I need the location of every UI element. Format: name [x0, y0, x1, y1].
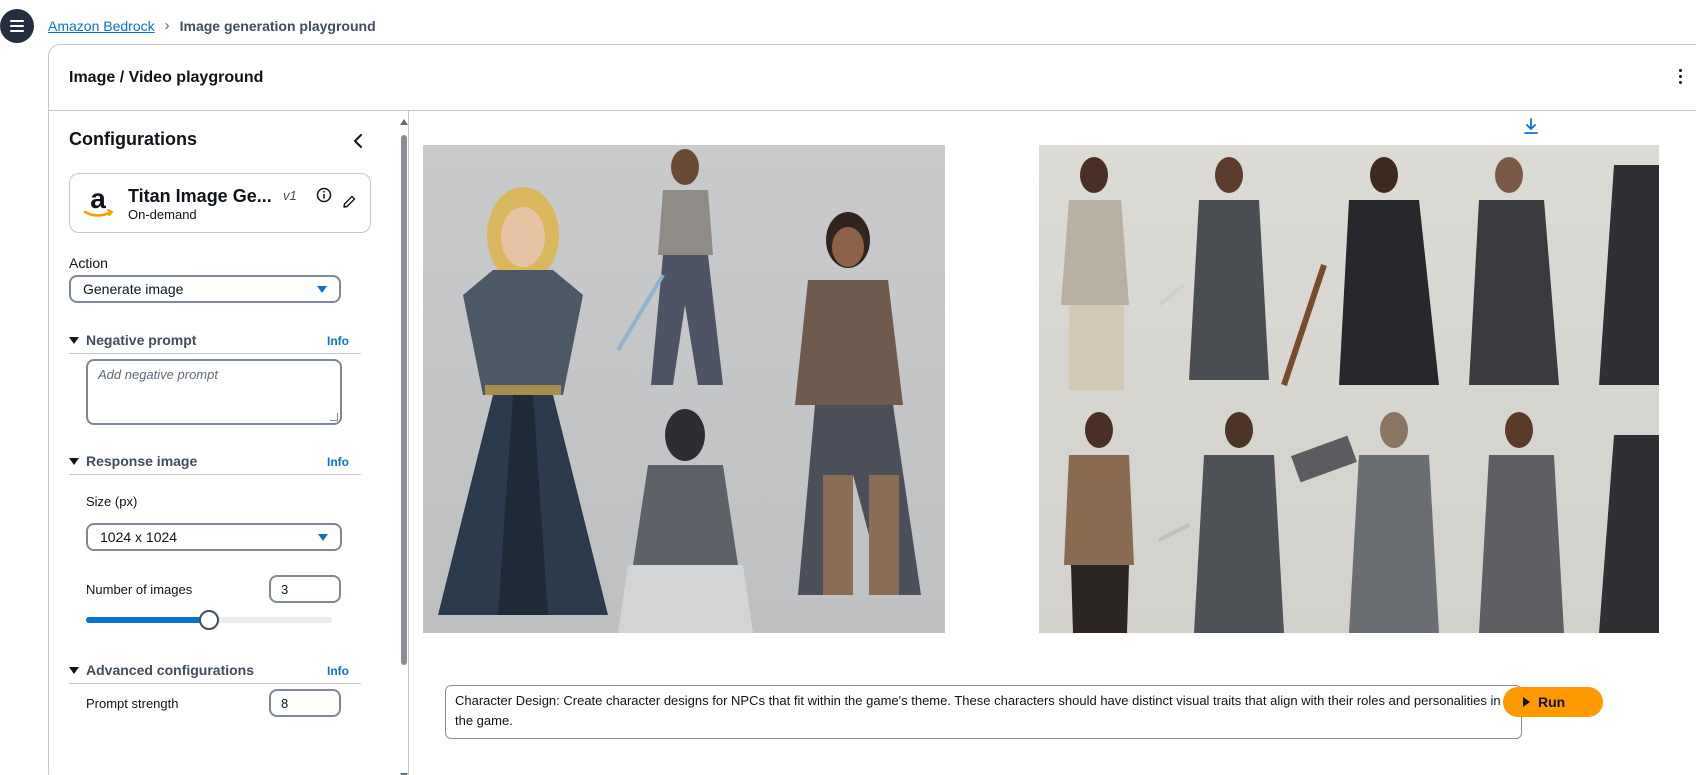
play-icon — [1523, 697, 1530, 707]
prompt-strength-value: 8 — [281, 696, 289, 711]
playground-container: Image / Video playground Configurations … — [48, 44, 1696, 775]
scroll-up-icon[interactable] — [400, 119, 408, 125]
generated-image-2[interactable] — [1039, 145, 1659, 633]
negative-prompt-placeholder: Add negative prompt — [98, 367, 218, 382]
model-version: v1 — [283, 188, 297, 203]
page-title: Image / Video playground — [69, 68, 264, 86]
negative-prompt-info-link[interactable]: Info — [327, 334, 349, 348]
response-image-info-link[interactable]: Info — [327, 455, 349, 469]
caret-down-icon — [69, 458, 79, 465]
run-button-label: Run — [1538, 694, 1566, 710]
more-options-icon[interactable] — [1679, 69, 1682, 84]
configurations-panel: Configurations a Titan Image Ge... v1 On… — [49, 111, 409, 775]
negative-prompt-title: Negative prompt — [86, 332, 197, 348]
model-card[interactable]: a Titan Image Ge... v1 On-demand — [69, 173, 371, 233]
prompt-strength-label: Prompt strength — [86, 696, 179, 711]
breadcrumb: Amazon Bedrock › Image generation playgr… — [48, 17, 376, 34]
scrollbar-thumb[interactable] — [401, 135, 407, 665]
configurations-title: Configurations — [69, 129, 197, 149]
response-image-title: Response image — [86, 453, 198, 469]
caret-down-icon — [317, 286, 327, 293]
chevron-right-icon: › — [164, 17, 170, 34]
info-icon[interactable] — [316, 187, 332, 203]
slider-fill — [86, 617, 209, 623]
number-of-images-slider[interactable] — [86, 610, 332, 630]
scrollbar[interactable] — [399, 119, 409, 775]
menu-button[interactable] — [0, 9, 34, 43]
model-name: Titan Image Ge... — [128, 186, 272, 206]
model-mode: On-demand — [128, 207, 197, 222]
character-artwork-male — [1061, 157, 1659, 633]
breadcrumb-current: Image generation playground — [179, 17, 376, 34]
chevron-left-icon[interactable] — [349, 131, 369, 151]
response-image-section[interactable]: Response image Info — [69, 453, 361, 475]
edit-icon[interactable] — [341, 194, 357, 210]
prompt-strength-input[interactable]: 8 — [269, 689, 341, 717]
caret-down-icon — [69, 667, 79, 674]
number-of-images-input[interactable]: 3 — [269, 575, 341, 603]
number-of-images-label: Number of images — [86, 582, 193, 597]
advanced-configurations-info-link[interactable]: Info — [327, 664, 349, 678]
number-of-images-value: 3 — [281, 582, 289, 597]
prompt-text: Character Design: Create character desig… — [455, 693, 1501, 728]
amazon-logo-icon: a — [83, 186, 114, 217]
advanced-configurations-section[interactable]: Advanced configurations Info — [69, 662, 361, 684]
results-area: Character Design: Create character desig… — [409, 111, 1696, 775]
character-artwork-female — [438, 149, 921, 633]
size-label: Size (px) — [86, 494, 138, 509]
breadcrumb-link-bedrock[interactable]: Amazon Bedrock — [48, 18, 155, 34]
slider-thumb[interactable] — [199, 610, 219, 630]
prompt-input[interactable]: Character Design: Create character desig… — [445, 685, 1522, 739]
resize-handle-icon[interactable] — [330, 413, 338, 421]
size-value: 1024 x 1024 — [100, 529, 178, 545]
size-select[interactable]: 1024 x 1024 — [86, 523, 342, 551]
download-icon[interactable] — [1523, 117, 1539, 135]
action-select[interactable]: Generate image — [69, 275, 341, 303]
menu-icon-bar — [10, 20, 24, 22]
generated-image-1[interactable] — [423, 145, 945, 633]
menu-icon-bar — [10, 25, 24, 27]
run-button[interactable]: Run — [1503, 687, 1603, 717]
action-value: Generate image — [83, 281, 184, 297]
advanced-configurations-title: Advanced configurations — [86, 662, 255, 678]
menu-icon-bar — [10, 30, 24, 32]
playground-header: Image / Video playground — [49, 45, 1696, 111]
caret-down-icon — [318, 534, 328, 541]
action-label: Action — [69, 255, 108, 271]
negative-prompt-section[interactable]: Negative prompt Info — [69, 332, 361, 354]
svg-text:a: a — [90, 186, 106, 214]
negative-prompt-input[interactable]: Add negative prompt — [86, 359, 342, 425]
caret-down-icon — [69, 337, 79, 344]
